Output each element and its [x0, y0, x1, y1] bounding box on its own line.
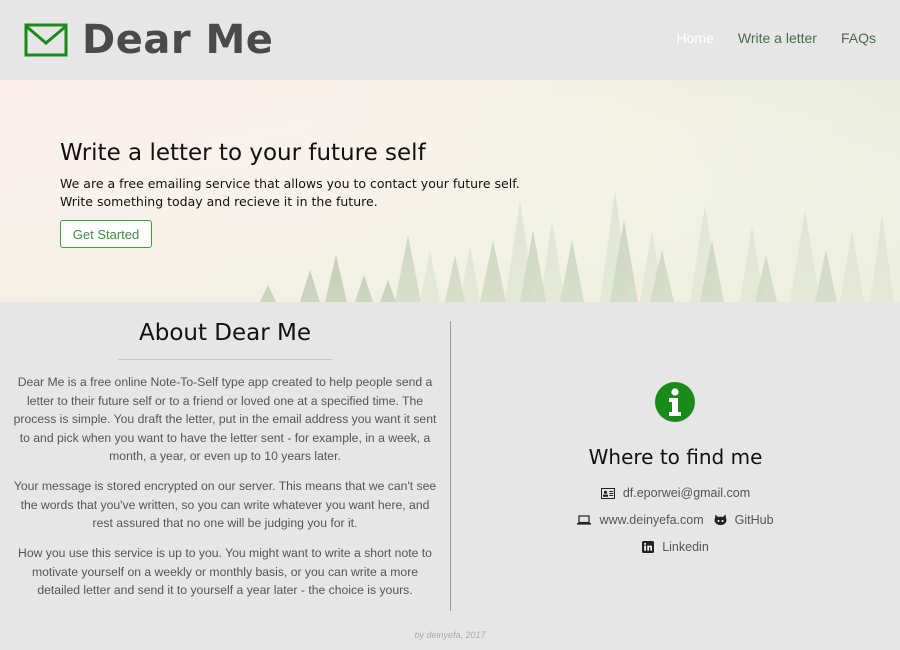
- nav-home[interactable]: Home: [677, 30, 714, 46]
- footer-credit: by deinyefa, 2017: [414, 630, 486, 640]
- about-title: About Dear Me: [138, 320, 312, 346]
- about-title-underline: [118, 359, 332, 360]
- hero-banner: Write a letter to your future self We ar…: [0, 80, 900, 302]
- linkedin-icon: [642, 541, 655, 553]
- laptop-icon: [577, 515, 592, 525]
- get-started-button[interactable]: Get Started: [60, 220, 152, 248]
- hero-description-line-1: We are a free emailing service that allo…: [60, 176, 520, 191]
- email-link[interactable]: df.eporwei@gmail.com: [600, 486, 751, 500]
- contact-section: Where to find me df.eporwei@gmail.com ww…: [451, 302, 900, 622]
- nav-faqs[interactable]: FAQs: [841, 30, 876, 46]
- envelope-icon: [24, 23, 68, 57]
- contact-row-email: df.eporwei@gmail.com: [451, 486, 900, 500]
- email-text: df.eporwei@gmail.com: [622, 486, 751, 500]
- hero-description-line-2: Write something today and recieve it in …: [60, 194, 378, 209]
- brand-name: Dear Me: [82, 17, 274, 63]
- linkedin-text: Linkedin: [662, 540, 709, 554]
- about-section: About Dear Me Dear Me is a free online N…: [0, 302, 450, 622]
- linkedin-link[interactable]: Linkedin: [642, 540, 709, 554]
- info-icon: [655, 382, 695, 422]
- github-link[interactable]: GitHub: [714, 513, 774, 527]
- about-paragraph: Dear Me is a free online Note-To-Self ty…: [13, 375, 437, 463]
- contact-row-linkedin: Linkedin: [451, 540, 900, 554]
- nav-write-letter[interactable]: Write a letter: [738, 30, 817, 46]
- about-paragraph: How you use this service is up to you. Y…: [18, 546, 432, 597]
- about-paragraph: Your message is stored encrypted on our …: [13, 479, 437, 530]
- contact-row-web: www.deinyefa.com GitHub: [451, 513, 900, 527]
- brand-logo[interactable]: Dear Me: [24, 14, 273, 66]
- github-text: GitHub: [734, 513, 774, 527]
- contact-title: Where to find me: [588, 445, 763, 469]
- github-icon: [714, 514, 727, 525]
- site-header: Dear Me Home Write a letter FAQs: [0, 0, 900, 80]
- website-text: www.deinyefa.com: [599, 513, 704, 527]
- main-nav: Home Write a letter FAQs: [653, 30, 876, 46]
- forest-background-image: [0, 80, 900, 302]
- hero-title: Write a letter to your future self: [60, 140, 426, 166]
- id-card-icon: [600, 487, 615, 499]
- website-link[interactable]: www.deinyefa.com: [577, 513, 704, 527]
